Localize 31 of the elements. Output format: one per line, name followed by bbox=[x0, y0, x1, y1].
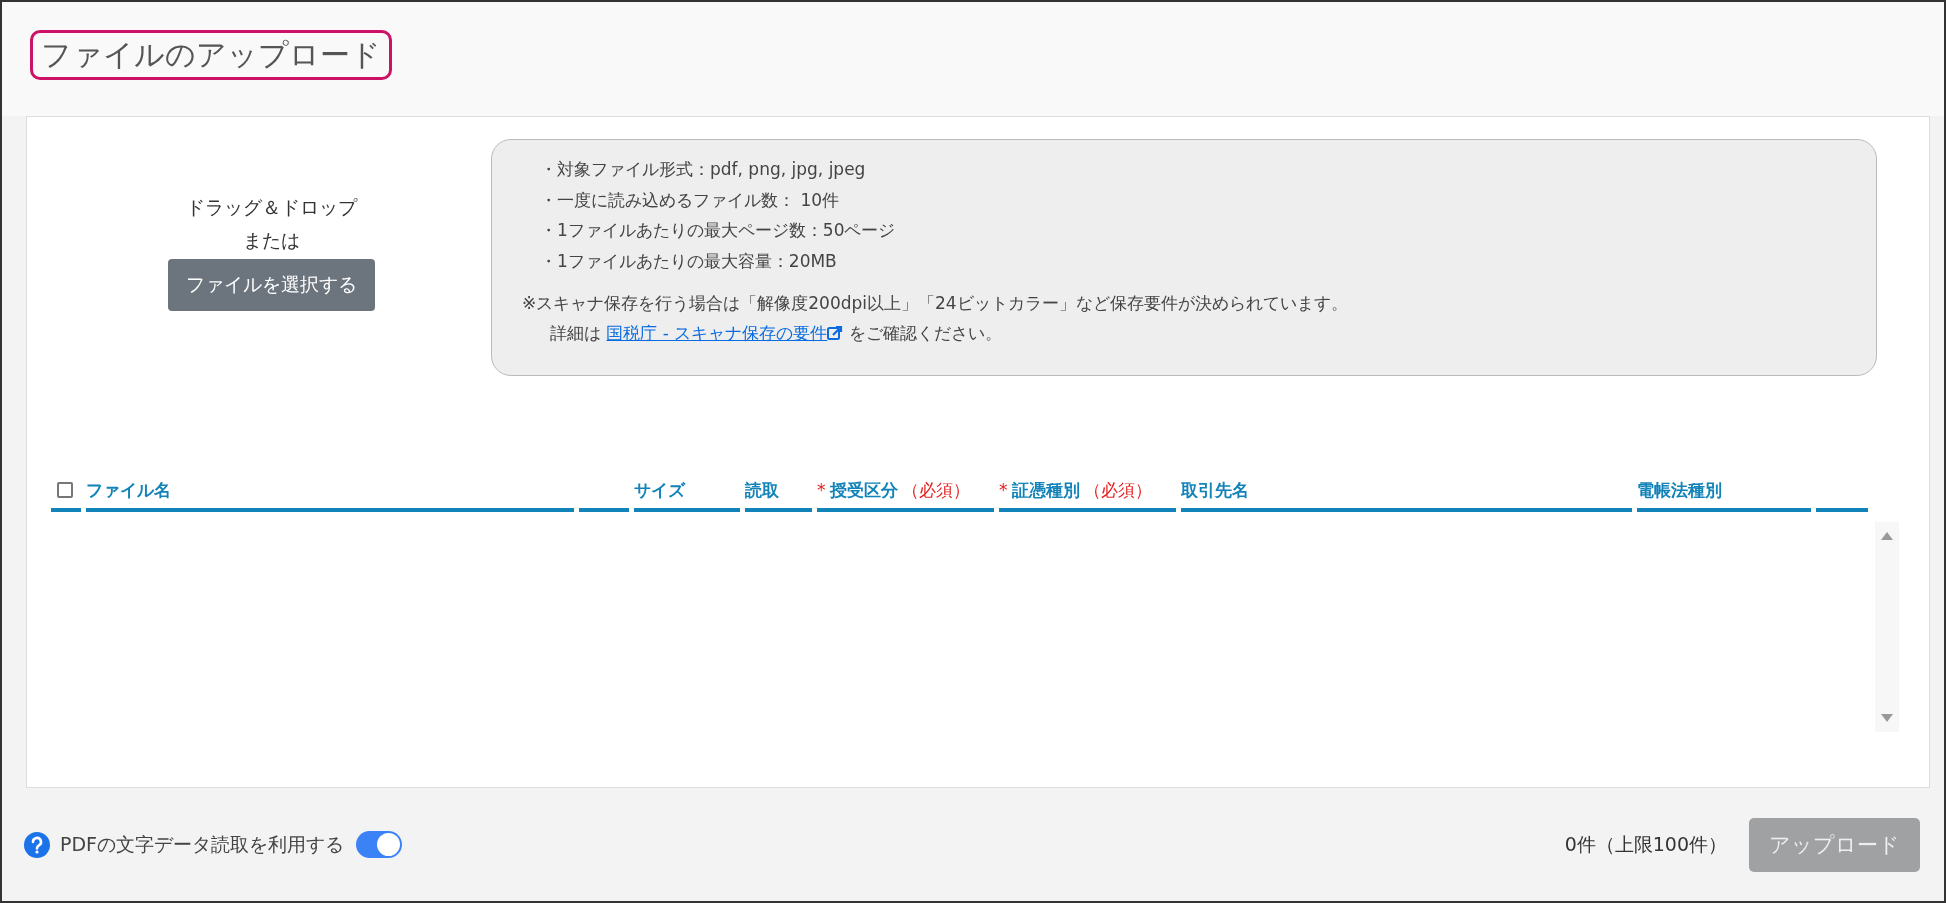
column-header: ファイル名 bbox=[86, 478, 171, 502]
info-item: ・1ファイルあたりの最大ページ数：50ページ bbox=[539, 219, 897, 242]
column-header: 授受区分 bbox=[829, 478, 898, 502]
scroll-down-icon[interactable] bbox=[1881, 714, 1893, 722]
column-header: 証憑種別 bbox=[1011, 478, 1080, 502]
select-file-button[interactable]: ファイルを選択する bbox=[167, 259, 375, 311]
file-count: 0件（上限100件） bbox=[1564, 831, 1727, 857]
help-icon[interactable] bbox=[24, 831, 50, 858]
ocr-toggle[interactable] bbox=[356, 831, 403, 858]
required-asterisk: * bbox=[817, 480, 826, 500]
required-note: （必須） bbox=[1083, 478, 1152, 502]
page-title: ファイルのアップロード bbox=[30, 30, 392, 80]
info-item: ・対象ファイル形式：pdf, png, jpg, jpeg bbox=[539, 158, 867, 181]
drop-hint: ドラッグ＆ドロップ bbox=[185, 195, 357, 220]
info-item: ・1ファイルあたりの最大容量：20MB bbox=[539, 249, 838, 273]
required-asterisk: * bbox=[999, 480, 1008, 500]
column-header: 取引先名 bbox=[1181, 478, 1249, 502]
info-item: ・一度に読み込めるファイル数： 10件 bbox=[539, 188, 841, 212]
ocr-toggle-label: PDFの文字データ読取を利用する bbox=[60, 831, 345, 857]
select-all-checkbox[interactable] bbox=[57, 482, 73, 498]
column-header: サイズ bbox=[634, 478, 685, 502]
scroll-up-icon[interactable] bbox=[1881, 532, 1893, 540]
column-header: 読取 bbox=[745, 478, 779, 502]
drop-hint-or: または bbox=[242, 228, 300, 253]
detail-sentence: 詳細は 国税庁 - スキャナ保存の要件 をご確認ください。 bbox=[549, 322, 1003, 345]
requirements-link[interactable]: 国税庁 - スキャナ保存の要件 bbox=[606, 323, 844, 343]
scan-note: ※スキャナ保存を行う場合は「解像度200dpi以上」「24ビットカラー」など保存要件が決められています。 bbox=[522, 292, 1349, 315]
external-link-icon bbox=[827, 325, 844, 341]
required-note: （必須） bbox=[901, 478, 970, 502]
scrollbar[interactable] bbox=[1875, 522, 1899, 732]
column-header: 電帳法種別 bbox=[1637, 478, 1722, 502]
